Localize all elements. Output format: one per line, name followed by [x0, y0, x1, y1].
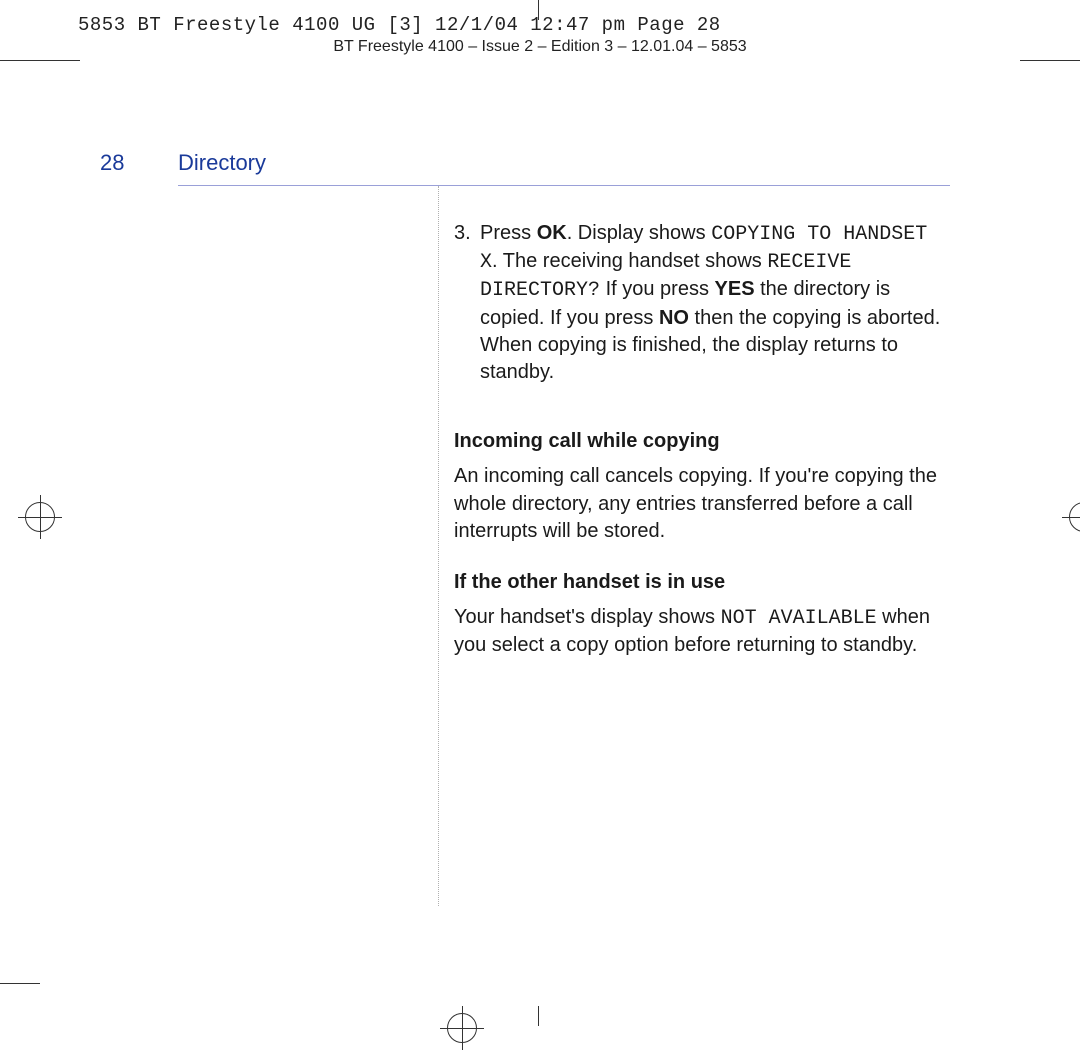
content-column: 3. Press OK. Display shows COPYING TO HA…: [454, 220, 944, 683]
print-header: BT Freestyle 4100 – Issue 2 – Edition 3 …: [0, 38, 1080, 56]
column-divider: [438, 186, 439, 906]
step-number: 3.: [454, 220, 480, 410]
horizontal-rule: [178, 185, 950, 186]
page-number: 28: [100, 150, 124, 176]
text: Press: [480, 222, 537, 244]
text: If you press: [600, 278, 715, 300]
text: . The receiving handset shows: [492, 250, 767, 272]
step-body: Press OK. Display shows COPYING TO HANDS…: [480, 220, 944, 410]
step-3: 3. Press OK. Display shows COPYING TO HA…: [454, 220, 944, 410]
crop-mark: [0, 60, 80, 61]
paragraph-inuse: Your handset's display shows NOT AVAILAB…: [454, 604, 944, 659]
crop-mark: [538, 1006, 539, 1026]
key-ok: OK: [537, 222, 567, 244]
section-title: Directory: [178, 150, 266, 176]
subheading-incoming: Incoming call while copying: [454, 428, 944, 455]
lcd-text: NOT AVAILABLE: [721, 607, 877, 630]
subheading-inuse: If the other handset is in use: [454, 569, 944, 596]
crop-mark: [0, 983, 40, 984]
text: Your handset's display shows: [454, 606, 721, 628]
text: . Display shows: [567, 222, 712, 244]
key-yes: YES: [715, 278, 755, 300]
key-no: NO: [659, 307, 689, 329]
print-slug: 5853 BT Freestyle 4100 UG [3] 12/1/04 12…: [78, 14, 721, 36]
crop-mark: [1020, 60, 1080, 61]
paragraph-incoming: An incoming call cancels copying. If you…: [454, 463, 944, 545]
